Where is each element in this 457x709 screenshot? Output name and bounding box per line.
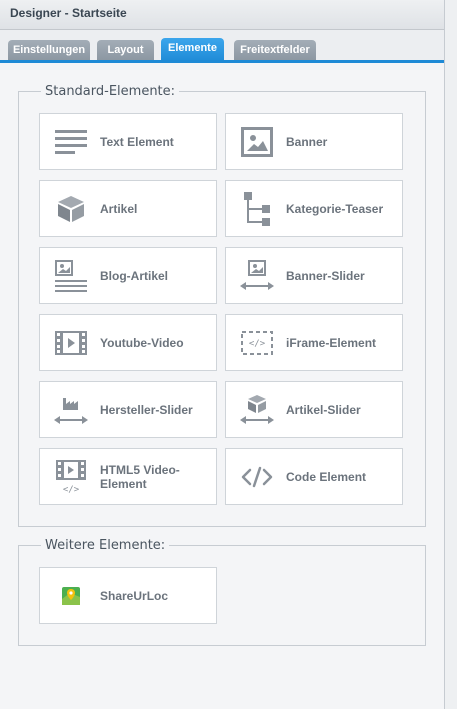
- element-label: Youtube-Video: [100, 335, 184, 350]
- element-label: Artikel: [100, 201, 138, 216]
- code-icon: [240, 461, 274, 493]
- image-slider-icon: [240, 260, 274, 292]
- map-pin-icon: [54, 580, 88, 612]
- element-label: iFrame-Element: [286, 335, 377, 350]
- blog-article-icon: [54, 260, 88, 292]
- factory-slider-icon: [54, 394, 88, 426]
- element-youtube-video[interactable]: Youtube-Video: [39, 314, 217, 371]
- tab-elemente[interactable]: Elemente: [161, 38, 224, 62]
- svg-text:</>: </>: [63, 485, 80, 494]
- element-label: ShareUrLoc: [100, 588, 169, 603]
- standard-elements-legend: Standard-Elemente:: [45, 84, 176, 99]
- html5-video-icon: </>: [54, 460, 88, 494]
- tree-icon: [240, 192, 274, 226]
- tab-freitextfelder[interactable]: Freitextfelder: [234, 40, 316, 61]
- element-label: Artikel-Slider: [286, 402, 361, 417]
- tab-einstellungen[interactable]: Einstellungen: [8, 40, 90, 61]
- element-code-element[interactable]: Code Element: [225, 448, 403, 505]
- element-label: Banner-Slider: [286, 268, 365, 283]
- element-text-element[interactable]: Text Element: [39, 113, 217, 170]
- svg-text:</>: </>: [249, 339, 266, 349]
- element-artikel-slider[interactable]: Artikel-Slider: [225, 381, 403, 438]
- element-blog-artikel[interactable]: Blog-Artikel: [39, 247, 217, 304]
- element-label: Text Element: [100, 134, 174, 149]
- further-elements-legend: Weitere Elemente:: [45, 538, 166, 553]
- element-label: Kategorie-Teaser: [286, 201, 384, 216]
- element-label: Code Element: [286, 469, 367, 484]
- right-panel-edge: [445, 0, 457, 709]
- box-icon: [54, 193, 88, 225]
- text-lines-icon: [54, 126, 88, 158]
- element-label: Blog-Artikel: [100, 268, 169, 283]
- tab-layout[interactable]: Layout: [97, 40, 154, 61]
- tab-underline: [0, 60, 444, 63]
- element-label: Hersteller-Slider: [100, 402, 193, 417]
- element-html5-video[interactable]: </> HTML5 Video-Element: [39, 448, 217, 505]
- element-iframe-element[interactable]: </> iFrame-Element: [225, 314, 403, 371]
- image-icon: [240, 126, 274, 158]
- film-icon: [54, 327, 88, 359]
- element-artikel[interactable]: Artikel: [39, 180, 217, 237]
- element-banner[interactable]: Banner: [225, 113, 403, 170]
- box-slider-icon: [240, 394, 274, 426]
- element-shareurloc[interactable]: ShareUrLoc: [39, 567, 217, 624]
- element-banner-slider[interactable]: Banner-Slider: [225, 247, 403, 304]
- element-label: Banner: [286, 134, 328, 149]
- designer-window: Designer - Startseite Einstellungen Layo…: [0, 0, 445, 709]
- window-title: Designer - Startseite: [0, 0, 444, 30]
- tab-bar: Einstellungen Layout Elemente Freitextfe…: [0, 30, 444, 63]
- element-hersteller-slider[interactable]: Hersteller-Slider: [39, 381, 217, 438]
- element-label: HTML5 Video-Element: [100, 462, 180, 491]
- element-kategorie-teaser[interactable]: Kategorie-Teaser: [225, 180, 403, 237]
- iframe-icon: </>: [240, 327, 274, 359]
